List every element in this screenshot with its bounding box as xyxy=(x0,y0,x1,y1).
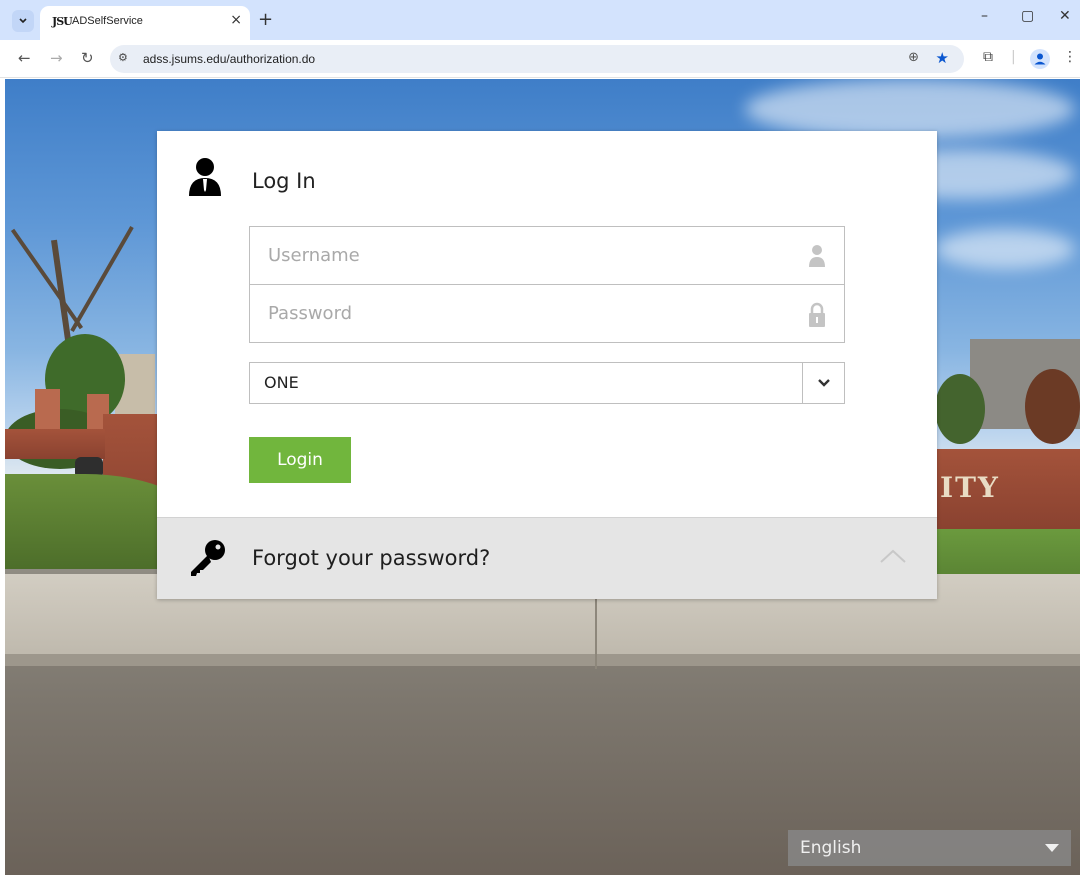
toolbar-divider: | xyxy=(1011,49,1016,65)
extensions-icon[interactable]: ⧉ xyxy=(983,49,993,65)
browser-menu-icon[interactable]: ⋮ xyxy=(1063,49,1077,65)
tab-favicon: JSU xyxy=(52,15,73,28)
new-tab-button[interactable]: + xyxy=(258,9,273,30)
maximize-icon[interactable]: ▢ xyxy=(1021,8,1034,24)
minimize-icon[interactable]: – xyxy=(981,8,988,24)
tab-title: ADSelfService xyxy=(72,15,143,27)
zoom-icon[interactable]: ⊕ xyxy=(908,50,919,65)
password-field[interactable] xyxy=(249,284,845,343)
forgot-password-link[interactable]: Forgot your password? xyxy=(252,546,490,570)
password-input[interactable] xyxy=(250,285,844,342)
browser-tab-active[interactable]: JSU ADSelfService × xyxy=(40,6,250,40)
chevron-down-icon xyxy=(817,379,830,387)
window-close-icon[interactable]: ✕ xyxy=(1059,8,1071,24)
person-icon xyxy=(1034,53,1046,65)
domain-selected-value: ONE xyxy=(264,373,299,392)
tab-search-button[interactable] xyxy=(12,10,34,32)
tab-close-icon[interactable]: × xyxy=(230,12,242,28)
login-title: Log In xyxy=(252,169,316,193)
forgot-password-bar[interactable]: Forgot your password? xyxy=(157,517,937,599)
address-bar[interactable]: ⚙ adss.jsums.edu/authorization.do ⊕ ★ xyxy=(110,45,964,73)
key-icon xyxy=(191,540,225,576)
chevron-up-icon[interactable] xyxy=(879,548,907,564)
login-button[interactable]: Login xyxy=(249,437,351,483)
lock-icon xyxy=(809,302,825,327)
chevron-down-icon xyxy=(19,18,27,24)
caret-down-icon xyxy=(1045,844,1059,852)
back-arrow-icon[interactable]: ← xyxy=(18,49,31,67)
domain-dropdown-toggle[interactable] xyxy=(802,363,844,403)
language-select[interactable]: English xyxy=(788,830,1071,866)
person-icon xyxy=(809,245,825,267)
browser-toolbar: ← → ↻ ⚙ adss.jsums.edu/authorization.do … xyxy=(0,40,1080,78)
wall-sign-fragment: ITY xyxy=(940,471,1000,504)
language-selected-value: English xyxy=(800,838,862,858)
user-icon xyxy=(189,158,221,196)
site-info-icon[interactable]: ⚙ xyxy=(118,51,128,64)
username-input[interactable] xyxy=(250,227,844,284)
bookmark-star-icon[interactable]: ★ xyxy=(936,49,949,67)
domain-select[interactable]: ONE xyxy=(249,362,845,404)
username-field[interactable] xyxy=(249,226,845,285)
login-card: Log In ONE Login Forgot your password? xyxy=(157,131,937,599)
reload-icon[interactable]: ↻ xyxy=(81,49,94,67)
browser-tab-strip: JSU ADSelfService × + – ▢ ✕ xyxy=(0,0,1080,40)
forward-arrow-icon[interactable]: → xyxy=(50,49,63,67)
profile-avatar-icon[interactable] xyxy=(1030,49,1050,69)
url-text[interactable]: adss.jsums.edu/authorization.do xyxy=(143,52,315,66)
